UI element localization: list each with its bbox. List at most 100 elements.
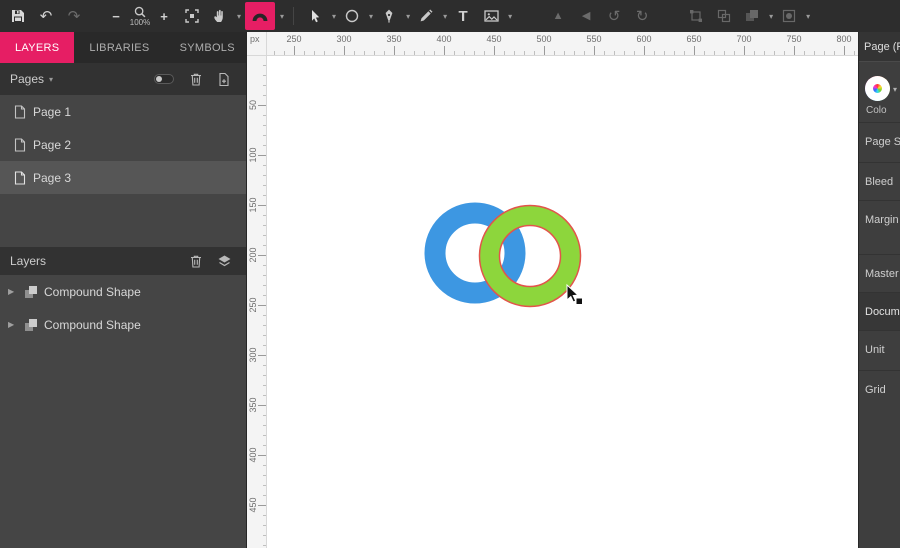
tab-libraries[interactable]: LIBRARIES <box>74 32 164 63</box>
merge-layers-button[interactable] <box>212 254 236 268</box>
panel-item-page-size[interactable]: Page Siz <box>859 122 900 161</box>
panel-item-bleed[interactable]: Bleed <box>859 162 900 201</box>
expand-triangle-icon[interactable]: ▶ <box>8 320 18 329</box>
rotate-ccw-button: ↺ <box>602 2 626 30</box>
panel-item-label: Margin <box>865 214 899 226</box>
sidebar-empty-space <box>0 341 246 548</box>
ruler-v-label: 150 <box>248 197 258 213</box>
page-label: Page 2 <box>33 137 72 152</box>
app-window: ↶ ↷ − 100% + ▾ ▾ ▾ ▾ ▾ ▾ T ▾ ▲ ◀ ↺ ↻ ▾ ▾… <box>0 0 900 548</box>
transform-icon <box>690 10 703 22</box>
delete-page-button[interactable] <box>184 72 208 87</box>
redo-button: ↷ <box>62 2 86 30</box>
undo-button[interactable]: ↶ <box>34 2 58 30</box>
page-item-3[interactable]: Page 3 <box>0 161 246 194</box>
chevron-down-icon[interactable]: ▾ <box>406 12 410 21</box>
delete-layer-button[interactable] <box>184 254 208 269</box>
pencil-tool-button[interactable] <box>414 2 438 30</box>
flip-vertical-button: ▲ <box>546 2 570 30</box>
ruler-h-label: 800 <box>836 34 852 44</box>
ellipse-tool-button[interactable] <box>340 2 364 30</box>
image-tool-button[interactable] <box>479 2 503 30</box>
ruler-v-label: 200 <box>248 247 258 263</box>
chevron-down-icon[interactable]: ▾ <box>49 75 53 84</box>
mask-icon <box>783 9 796 23</box>
ruler-h-label: 250 <box>286 34 302 44</box>
chevron-down-icon: ▾ <box>806 11 811 21</box>
compound-shape-icon <box>25 318 37 331</box>
chevron-down-icon[interactable]: ▾ <box>237 12 241 21</box>
fit-screen-button[interactable] <box>180 2 204 30</box>
triangle-up-icon: ▲ <box>552 9 564 22</box>
layers-header: Layers <box>0 247 246 275</box>
ruler-h-label: 600 <box>636 34 652 44</box>
save-button[interactable] <box>6 2 30 30</box>
page-color-swatch[interactable] <box>865 76 890 101</box>
layer-item-1[interactable]: ▶ Compound Shape <box>0 275 246 308</box>
ellipse-icon <box>345 9 359 23</box>
chevron-down-icon[interactable]: ▾ <box>893 85 897 94</box>
transform-button <box>684 2 708 30</box>
ruler-h-label: 650 <box>686 34 702 44</box>
plus-icon: + <box>160 8 168 24</box>
zoom-in-button[interactable]: + <box>152 2 176 30</box>
mask-button <box>777 2 801 30</box>
panel-item-margin[interactable]: Margin <box>859 200 900 239</box>
sidebar-tabs: LAYERS LIBRARIES SYMBOLS <box>0 32 246 63</box>
ruler-h[interactable]: 250 300 350 400 450 500 550 600 650 700 750 800 <box>267 32 858 56</box>
ruler-v[interactable]: 50 100 150 200 250 300 350 400 450 <box>247 56 267 548</box>
chevron-down-icon[interactable]: ▾ <box>508 12 512 21</box>
panel-item-document[interactable]: Docume <box>859 292 900 331</box>
panel-item-master[interactable]: Master <box>859 254 900 293</box>
pointer-tool-button[interactable] <box>303 2 327 30</box>
chevron-down-icon[interactable]: ▾ <box>369 12 373 21</box>
page-item-1[interactable]: Page 1 <box>0 95 246 128</box>
page-color-label: Colo <box>866 105 887 116</box>
layers-icon <box>218 255 230 267</box>
green-ring[interactable] <box>478 204 582 308</box>
panel-item-unit[interactable]: Unit <box>859 330 900 369</box>
pointer-icon <box>312 10 320 23</box>
panel-item-label: Master <box>865 268 899 280</box>
chevron-down-icon[interactable]: ▾ <box>443 12 447 21</box>
ruler-v-label: 450 <box>248 497 258 513</box>
text-tool-button[interactable]: T <box>451 2 475 30</box>
ruler-v-label: 250 <box>248 297 258 313</box>
ruler-h-label: 400 <box>436 34 452 44</box>
zoom-out-button[interactable]: − <box>104 2 128 30</box>
page-item-2[interactable]: Page 2 <box>0 128 246 161</box>
rotate-cw-icon: ↻ <box>635 7 649 25</box>
fit-screen-icon <box>185 9 199 23</box>
pen-tool-button[interactable] <box>377 2 401 30</box>
arc-icon <box>252 13 268 22</box>
chevron-down-icon[interactable]: ▾ <box>280 12 284 21</box>
panel-item-label: Unit <box>865 344 885 356</box>
main-area: LAYERS LIBRARIES SYMBOLS Pages ▾ Page 1 … <box>0 32 900 548</box>
toolbar: ↶ ↷ − 100% + ▾ ▾ ▾ ▾ ▾ ▾ T ▾ ▲ ◀ ↺ ↻ ▾ ▾ <box>0 0 900 32</box>
expand-triangle-icon[interactable]: ▶ <box>8 287 18 296</box>
ruler-h-label: 700 <box>736 34 752 44</box>
pages-header-label[interactable]: Pages <box>10 72 44 86</box>
arc-tool-button[interactable] <box>245 2 276 30</box>
add-page-button[interactable] <box>212 72 236 87</box>
panel-item-label: Grid <box>865 384 886 396</box>
canvas[interactable] <box>267 56 858 548</box>
layer-item-2[interactable]: ▶ Compound Shape <box>0 308 246 341</box>
toolbar-separator <box>293 7 295 25</box>
tab-layers[interactable]: LAYERS <box>0 32 75 63</box>
layer-label: Compound Shape <box>44 317 141 332</box>
panel-item-grid[interactable]: Grid <box>859 370 900 409</box>
chevron-down-icon[interactable]: ▾ <box>332 12 336 21</box>
hand-tool-button[interactable] <box>208 2 232 30</box>
left-sidebar: LAYERS LIBRARIES SYMBOLS Pages ▾ Page 1 … <box>0 32 247 548</box>
ruler-h-label: 450 <box>486 34 502 44</box>
add-page-icon <box>219 72 229 86</box>
zoom-tool-button[interactable]: 100% <box>128 2 152 30</box>
triangle-left-icon: ◀ <box>581 9 591 22</box>
tab-symbols[interactable]: SYMBOLS <box>165 32 250 63</box>
layers-header-label: Layers <box>10 254 47 268</box>
compound-shape-icon <box>25 285 37 298</box>
pages-toggle[interactable] <box>154 74 174 84</box>
panel-item-label: Page Siz <box>865 136 900 148</box>
page-label: Page 1 <box>33 104 72 119</box>
